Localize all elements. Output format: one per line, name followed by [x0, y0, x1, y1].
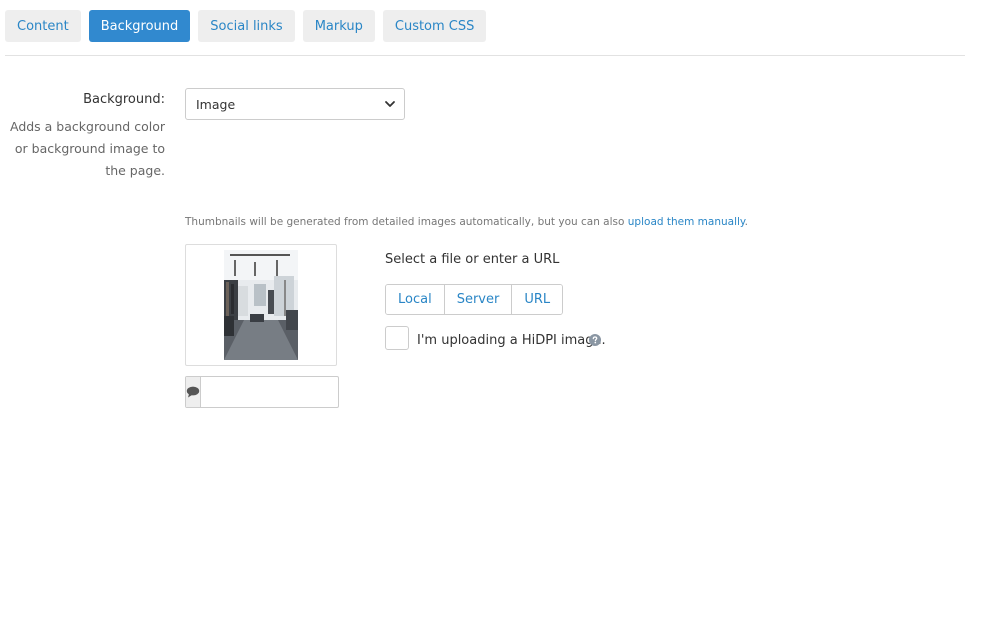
question-circle-icon[interactable]	[589, 334, 601, 346]
help-line: or background image to	[14, 141, 165, 156]
help-line: Adds a background color	[9, 119, 165, 134]
file-selector-title: Select a file or enter a URL	[385, 252, 560, 267]
alt-text-input[interactable]	[201, 377, 363, 407]
help-line: the page.	[105, 163, 165, 178]
background-select[interactable]: Image	[185, 88, 405, 120]
tabs-divider	[5, 55, 965, 56]
tab-background[interactable]: Background	[88, 10, 191, 42]
thumbnails-note-end: .	[744, 216, 748, 228]
hidpi-label: I'm uploading a HiDPI image.	[417, 333, 606, 348]
url-button[interactable]: URL	[512, 285, 563, 314]
background-select-value: Image	[196, 96, 236, 112]
thumbnails-note: Thumbnails will be generated from detail…	[185, 216, 748, 228]
background-label: Background:	[83, 92, 165, 107]
image-preview[interactable]	[185, 244, 337, 366]
comment-icon	[186, 386, 200, 398]
server-button[interactable]: Server	[444, 285, 513, 314]
local-button[interactable]: Local	[386, 285, 445, 314]
tab-custom-css[interactable]: Custom CSS	[382, 10, 487, 42]
store-interior-thumbnail	[224, 250, 298, 360]
tab-content[interactable]: Content	[5, 10, 81, 42]
thumbnails-note-text: Thumbnails will be generated from detail…	[185, 216, 625, 228]
file-source-buttons: Local Server URL	[385, 284, 564, 315]
chevron-down-icon	[385, 101, 395, 107]
tab-bar: Content Background Social links Markup C…	[5, 10, 487, 42]
tab-social-links[interactable]: Social links	[198, 10, 295, 42]
alt-text-addon	[186, 377, 201, 407]
alt-text-group	[185, 376, 363, 408]
tab-markup[interactable]: Markup	[302, 10, 375, 42]
background-help-text: Adds a background color or background im…	[5, 116, 165, 182]
upload-manually-link[interactable]: upload them manually	[628, 216, 745, 228]
hidpi-checkbox[interactable]	[385, 326, 409, 350]
